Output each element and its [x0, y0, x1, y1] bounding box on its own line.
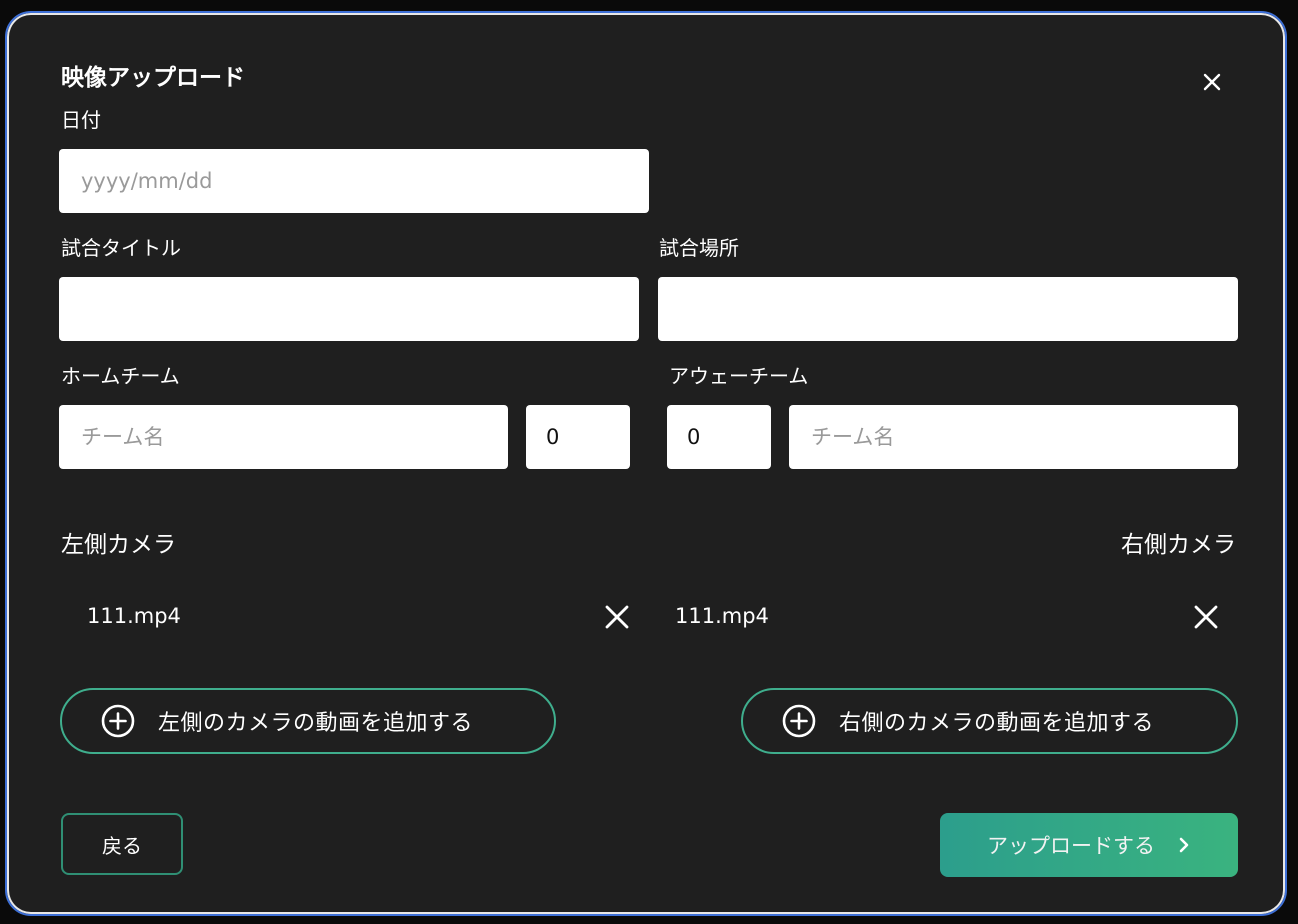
- match-title-input[interactable]: [59, 277, 639, 341]
- plus-circle-icon: [101, 704, 135, 738]
- right-camera-file-name: 111.mp4: [675, 604, 769, 628]
- upload-button-label: アップロードする: [987, 834, 1155, 858]
- back-button-label: 戻る: [102, 833, 142, 858]
- left-camera-label: 左側カメラ: [61, 532, 176, 558]
- add-right-camera-video-button[interactable]: 右側のカメラの動画を追加する: [741, 688, 1238, 754]
- close-icon: [1203, 73, 1221, 91]
- away-team-score-input[interactable]: [667, 405, 771, 469]
- right-camera-label: 右側カメラ: [1121, 532, 1236, 558]
- add-left-camera-video-button[interactable]: 左側のカメラの動画を追加する: [60, 688, 556, 754]
- plus-circle-icon: [782, 704, 816, 738]
- date-label: 日付: [61, 108, 101, 132]
- left-camera-file-remove-button[interactable]: [600, 600, 634, 634]
- away-team-label: アウェーチーム: [669, 364, 809, 388]
- close-icon: [605, 605, 629, 629]
- close-icon: [1194, 605, 1218, 629]
- back-button[interactable]: 戻る: [61, 813, 183, 875]
- match-title-label: 試合タイトル: [61, 236, 181, 260]
- chevron-right-icon: [1179, 837, 1189, 853]
- left-camera-file-name: 111.mp4: [87, 604, 181, 628]
- modal-title: 映像アップロード: [61, 65, 245, 91]
- home-team-label: ホームチーム: [61, 364, 180, 388]
- close-button[interactable]: [1197, 67, 1227, 97]
- home-team-score-input[interactable]: [526, 405, 630, 469]
- add-left-camera-video-label: 左側のカメラの動画を追加する: [158, 711, 474, 736]
- match-location-label: 試合場所: [659, 236, 739, 260]
- right-camera-file-remove-button[interactable]: [1189, 600, 1223, 634]
- date-input[interactable]: [59, 149, 649, 213]
- upload-modal: 映像アップロード 日付 試合タイトル 試合場所 ホームチーム アウェーチーム 左…: [5, 11, 1287, 916]
- upload-button[interactable]: アップロードする: [940, 813, 1238, 877]
- home-team-name-input[interactable]: [59, 405, 508, 469]
- match-location-input[interactable]: [658, 277, 1238, 341]
- add-right-camera-video-label: 右側のカメラの動画を追加する: [839, 711, 1155, 736]
- away-team-name-input[interactable]: [789, 405, 1238, 469]
